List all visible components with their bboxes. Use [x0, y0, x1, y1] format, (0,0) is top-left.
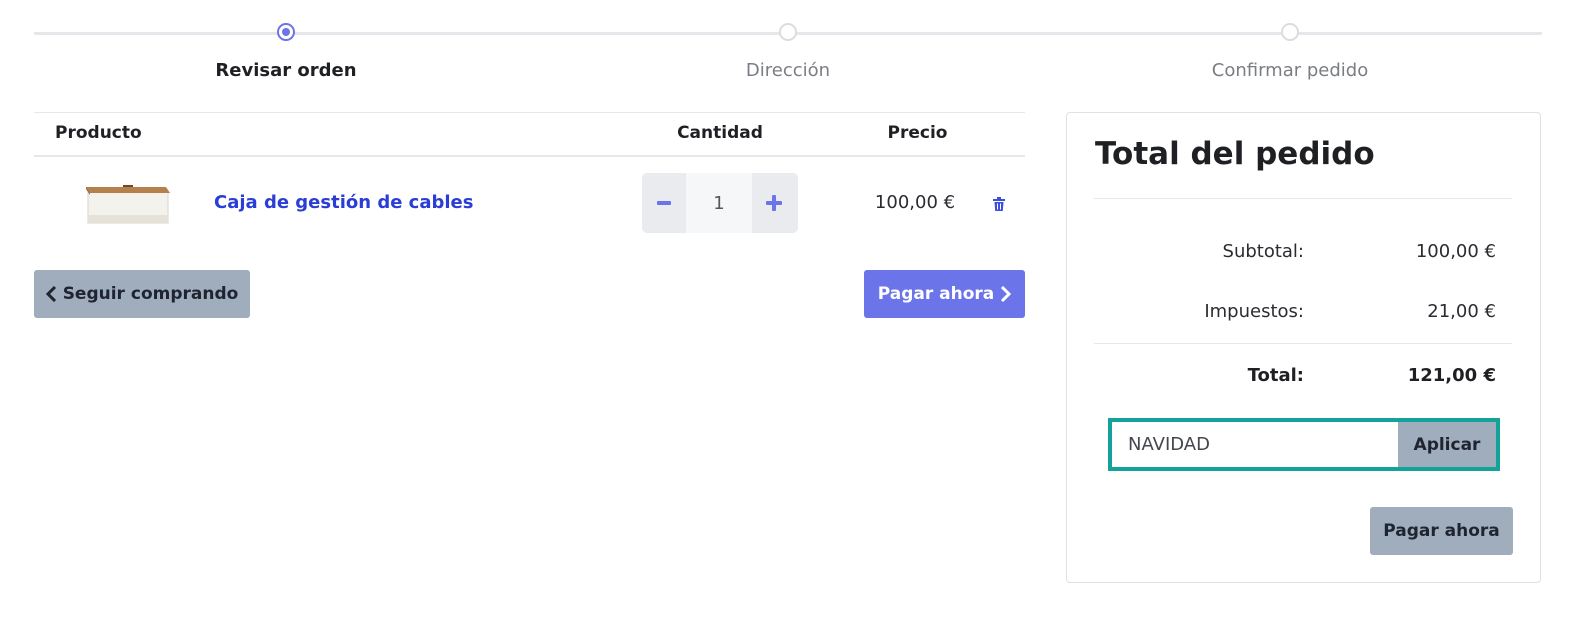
plus-icon [766, 195, 782, 211]
summary-total-divider [1094, 343, 1512, 344]
quantity-value[interactable]: 1 [686, 173, 752, 233]
table-header-divider [34, 155, 1025, 157]
summary-title-divider [1094, 198, 1512, 199]
continue-shopping-button[interactable]: Seguir comprando [34, 270, 250, 318]
pay-now-label: Pagar ahora [877, 284, 995, 304]
coupon-form: Aplicar [1108, 418, 1500, 471]
step-dot-address [779, 23, 797, 41]
chevron-right-icon [1001, 286, 1012, 302]
total-label: Total: [1247, 365, 1304, 386]
item-price: 100,00 € [874, 192, 956, 213]
taxes-value: 21,00 € [1427, 301, 1496, 322]
increase-quantity-button[interactable] [752, 173, 796, 233]
column-header-product: Producto [55, 123, 142, 143]
product-image[interactable] [86, 181, 170, 225]
total-value: 121,00 € [1407, 365, 1496, 386]
pay-now-button[interactable]: Pagar ahora [864, 270, 1025, 318]
column-header-price: Precio [887, 123, 948, 143]
step-label-review: Revisar orden [215, 60, 357, 81]
taxes-label: Impuestos: [1204, 301, 1304, 322]
minus-icon [657, 201, 671, 205]
step-label-address: Dirección [745, 60, 831, 81]
summary-pay-now-button[interactable]: Pagar ahora [1370, 507, 1513, 555]
quantity-stepper: 1 [642, 173, 798, 233]
chevron-left-icon [45, 286, 56, 302]
subtotal-value: 100,00 € [1415, 241, 1496, 262]
product-name-link[interactable]: Caja de gestión de cables [214, 192, 473, 213]
step-label-confirm: Confirmar pedido [1211, 60, 1369, 81]
trash-icon[interactable] [993, 197, 1005, 211]
decrease-quantity-button[interactable] [642, 173, 686, 233]
table-top-divider [34, 112, 1025, 113]
apply-coupon-button[interactable]: Aplicar [1398, 422, 1496, 467]
continue-shopping-label: Seguir comprando [62, 284, 239, 304]
step-dot-review [277, 23, 295, 41]
column-header-quantity: Cantidad [677, 123, 763, 143]
subtotal-label: Subtotal: [1222, 241, 1304, 262]
coupon-code-input[interactable] [1112, 422, 1398, 467]
order-summary-title: Total del pedido [1095, 136, 1375, 172]
step-dot-confirm [1281, 23, 1299, 41]
